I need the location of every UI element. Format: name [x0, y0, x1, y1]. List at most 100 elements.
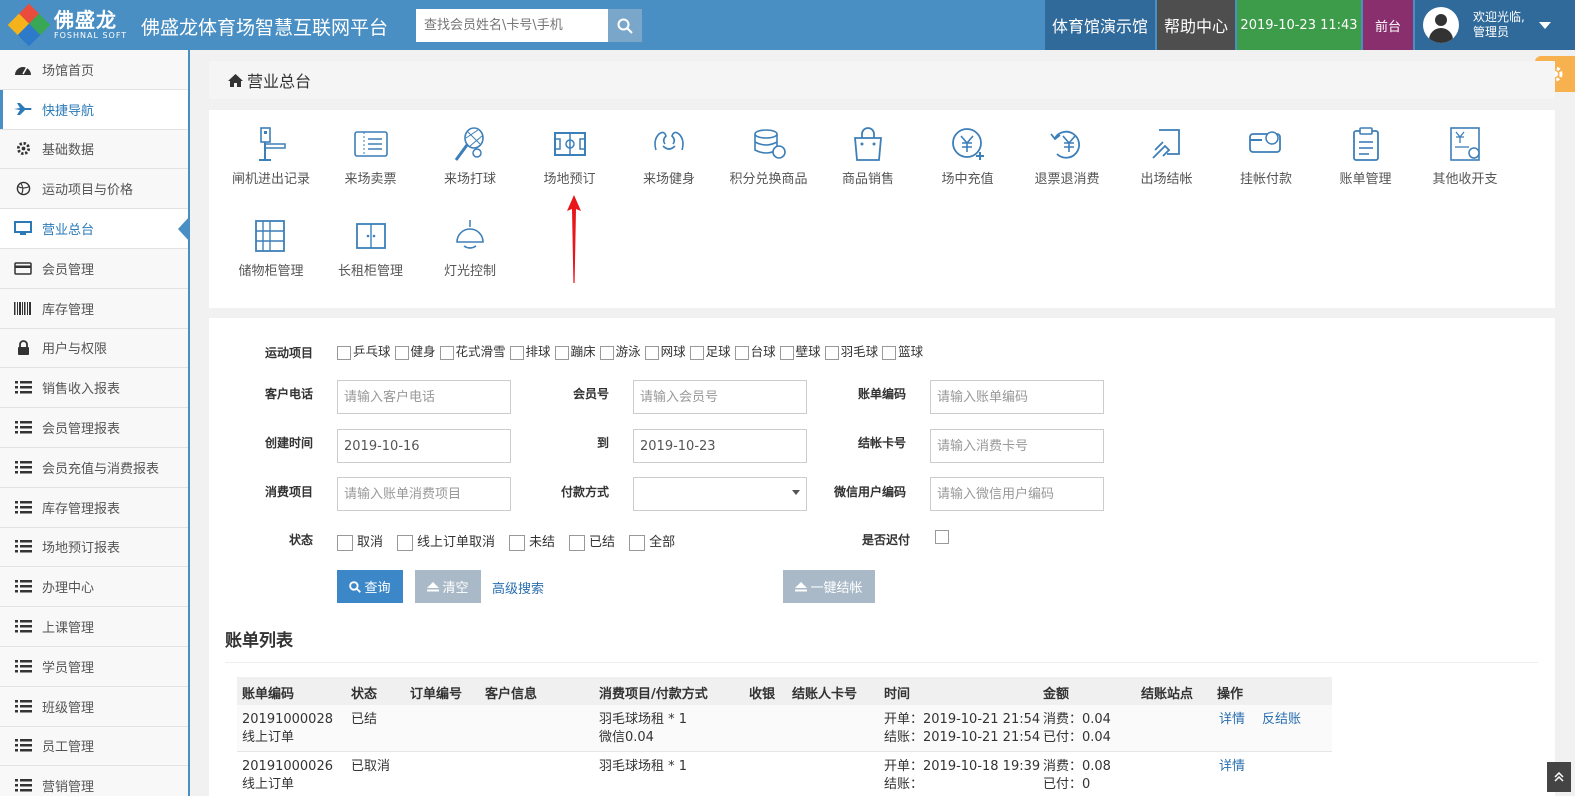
action-tile[interactable]: 出场结帐: [1117, 126, 1217, 187]
one-click-settle-button[interactable]: 一键结帐: [783, 570, 875, 603]
sport-checkbox[interactable]: [644, 345, 659, 360]
sidebar-item[interactable]: 会员管理: [0, 248, 188, 289]
status-option[interactable]: 未结: [509, 534, 555, 551]
action-tile[interactable]: 商品销售: [818, 126, 918, 187]
status-option[interactable]: 已结: [569, 534, 615, 551]
sidebar-item[interactable]: 销售收入报表: [0, 368, 188, 409]
sport-checkbox[interactable]: [779, 345, 794, 360]
sidebar-item[interactable]: 学员管理: [0, 646, 188, 687]
sidebar-item[interactable]: 营销管理: [0, 766, 188, 796]
sidebar-item[interactable]: 用户与权限: [0, 328, 188, 369]
venue-button[interactable]: 体育馆演示馆: [1045, 0, 1155, 50]
action-tile[interactable]: 来场打球: [420, 126, 520, 187]
open-time: 开单：2019-10-18 19:39: [884, 759, 1041, 774]
action-tile[interactable]: 积分兑换商品: [719, 126, 819, 187]
consume-item-input[interactable]: [337, 477, 511, 511]
sport-option[interactable]: 壁球: [779, 344, 823, 360]
sport-option[interactable]: 花式滑雪: [439, 344, 508, 360]
action-tile-label: 账单管理: [1339, 172, 1392, 187]
status-checkbox[interactable]: [509, 534, 526, 551]
sport-option[interactable]: 网球: [644, 344, 688, 360]
settle-card-input[interactable]: [930, 429, 1104, 463]
reverse-settle-link[interactable]: 反结账: [1262, 711, 1301, 729]
sidebar-item[interactable]: 运动项目与价格: [0, 169, 188, 210]
action-tile[interactable]: 长租柜管理: [321, 218, 421, 279]
help-center-button[interactable]: 帮助中心: [1157, 0, 1235, 50]
action-tile[interactable]: 场地预订: [520, 126, 620, 187]
late-pay-checkbox[interactable]: [935, 530, 949, 544]
bill-code-input[interactable]: [930, 380, 1104, 414]
scroll-top-button[interactable]: [1547, 762, 1571, 792]
plane-icon: [12, 101, 34, 117]
created-to-input[interactable]: [633, 429, 807, 463]
action-tile[interactable]: 来场卖票: [321, 126, 421, 187]
action-tile[interactable]: 退票退消费: [1017, 126, 1117, 187]
user-menu[interactable]: 欢迎光临, 管理员: [1415, 0, 1575, 50]
wechat-code-input[interactable]: [930, 477, 1104, 511]
sport-option[interactable]: 蹦床: [554, 344, 598, 360]
action-tile[interactable]: 挂帐付款: [1216, 126, 1316, 187]
sport-checkbox-group: 乒乓球 健身 花式滑雪 排球 蹦床 游泳 网球 足球 台球 壁球 羽毛球 篮球: [337, 341, 927, 360]
advanced-search-link[interactable]: 高级搜索: [492, 578, 544, 597]
sport-option[interactable]: 台球: [734, 344, 778, 360]
action-tile[interactable]: 储物柜管理: [221, 218, 321, 279]
sidebar-item[interactable]: 基础数据: [0, 129, 188, 170]
sidebar-item-label: 场馆首页: [42, 63, 95, 79]
status-option[interactable]: 线上订单取消: [397, 534, 495, 551]
customer-phone-input[interactable]: [337, 380, 511, 414]
sidebar-item[interactable]: 场馆首页: [0, 50, 188, 90]
action-tile[interactable]: 场中充值: [918, 126, 1018, 187]
status-option[interactable]: 全部: [629, 534, 675, 551]
status-checkbox[interactable]: [337, 534, 353, 551]
sidebar-item-label: 会员充值与消费报表: [42, 461, 160, 477]
payment-method-select[interactable]: [633, 477, 807, 511]
sidebar-item[interactable]: 库存管理报表: [0, 487, 188, 528]
action-tile[interactable]: 闸机进出记录: [221, 126, 321, 187]
sidebar-item[interactable]: 场地预订报表: [0, 527, 188, 568]
sport-checkbox[interactable]: [337, 345, 351, 360]
sport-checkbox[interactable]: [439, 345, 454, 360]
sport-option[interactable]: 足球: [689, 344, 733, 360]
detail-link[interactable]: 详情: [1219, 711, 1245, 729]
member-number-input[interactable]: [633, 380, 807, 414]
sidebar-item[interactable]: 上课管理: [0, 607, 188, 647]
sport-checkbox[interactable]: [882, 345, 897, 360]
sport-checkbox[interactable]: [689, 345, 704, 360]
created-from-input[interactable]: [337, 429, 511, 463]
sport-option[interactable]: 篮球: [882, 344, 925, 360]
sidebar-item[interactable]: 库存管理: [0, 288, 188, 329]
status-checkbox[interactable]: [397, 534, 414, 551]
member-search-input[interactable]: [416, 9, 608, 42]
front-desk-button[interactable]: 前台: [1363, 0, 1413, 50]
search-button[interactable]: [608, 9, 642, 42]
sidebar-item[interactable]: 员工管理: [0, 726, 188, 767]
action-tile-label: 其他收开支: [1432, 172, 1498, 187]
status-checkbox[interactable]: [629, 534, 646, 551]
sport-checkbox[interactable]: [554, 345, 569, 360]
sport-option[interactable]: 乒乓球: [337, 344, 393, 360]
sidebar-item[interactable]: 办理中心: [0, 567, 188, 608]
action-tile[interactable]: 来场健身: [619, 126, 719, 187]
sport-checkbox[interactable]: [394, 345, 409, 360]
sidebar-item[interactable]: 会员管理报表: [0, 408, 188, 448]
action-tile[interactable]: 灯光控制: [420, 218, 520, 279]
query-button[interactable]: 查询: [337, 570, 403, 603]
sport-option[interactable]: 羽毛球: [824, 344, 881, 360]
status-checkbox[interactable]: [569, 534, 586, 551]
sport-checkbox[interactable]: [509, 345, 524, 360]
sidebar-item[interactable]: 营业总台: [0, 209, 188, 249]
sport-option[interactable]: 排球: [509, 344, 553, 360]
sport-option[interactable]: 健身: [394, 344, 438, 360]
sidebar-item[interactable]: 快捷导航: [0, 89, 188, 130]
action-tile[interactable]: 其他收开支: [1415, 126, 1515, 187]
sport-checkbox[interactable]: [734, 345, 749, 360]
status-option[interactable]: 取消: [337, 534, 383, 551]
sidebar-item[interactable]: 会员充值与消费报表: [0, 447, 188, 488]
sport-checkbox[interactable]: [599, 345, 614, 360]
clear-button[interactable]: 清空: [415, 570, 481, 603]
detail-link[interactable]: 详情: [1219, 758, 1245, 776]
action-tile[interactable]: 账单管理: [1316, 126, 1416, 187]
sidebar-item[interactable]: 班级管理: [0, 686, 188, 727]
sport-checkbox[interactable]: [824, 345, 839, 360]
sport-option[interactable]: 游泳: [599, 344, 643, 360]
